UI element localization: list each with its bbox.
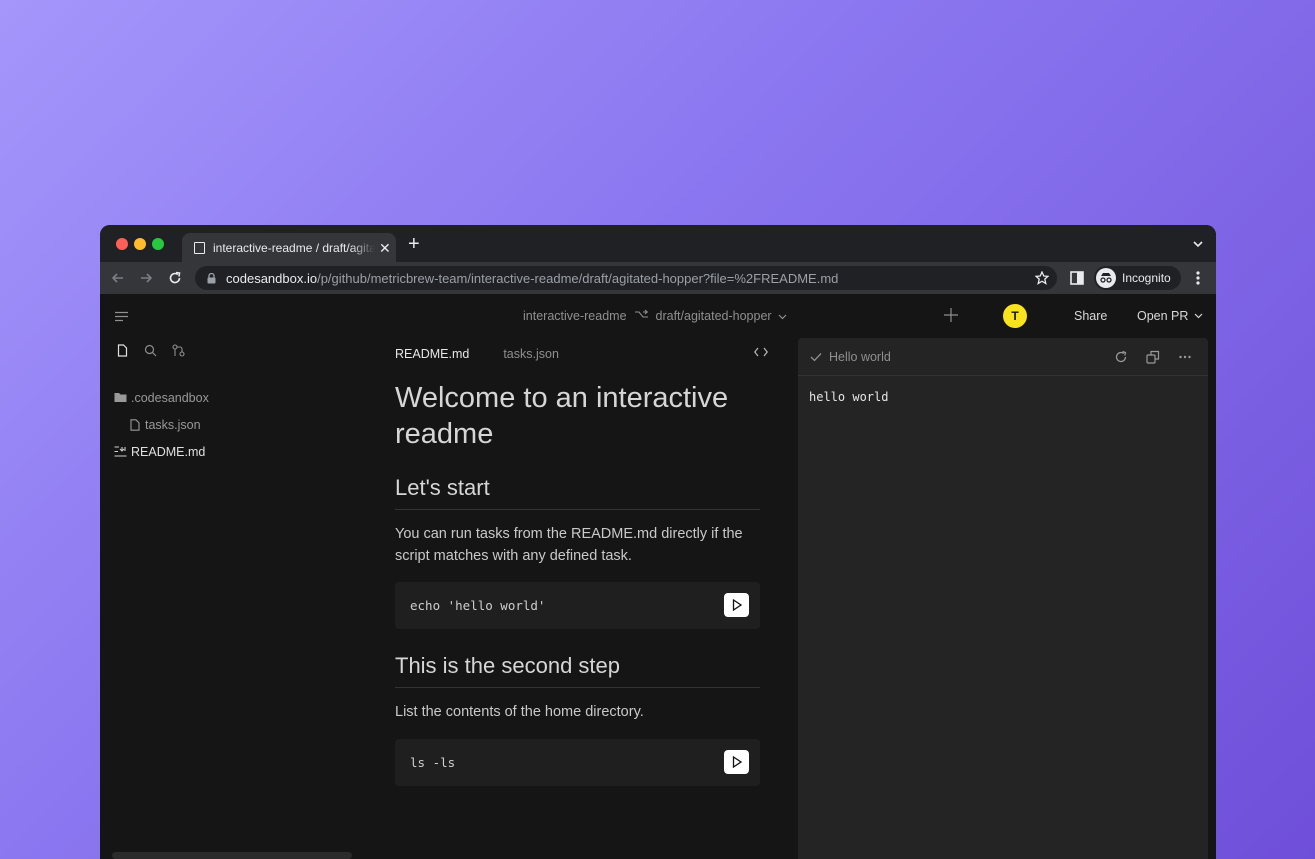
add-icon[interactable] — [943, 307, 959, 328]
title-bar: interactive-readme / draft/agitated-hopp… — [100, 225, 1216, 262]
code-text: ls -ls — [410, 754, 456, 770]
code-view-toggle-icon[interactable] — [754, 344, 768, 362]
avatar[interactable]: T — [1003, 304, 1027, 328]
url-text: codesandbox.io/p/github/metricbrew-team/… — [226, 270, 839, 286]
browser-toolbar: codesandbox.io/p/github/metricbrew-team/… — [100, 262, 1216, 294]
profile-label: Incognito — [1122, 271, 1171, 285]
run-task-button[interactable] — [724, 749, 749, 774]
code-block: echo 'hello world' — [395, 582, 760, 629]
incognito-icon — [1096, 268, 1116, 288]
browser-window: interactive-readme / draft/agitated-hopp… — [100, 225, 1216, 859]
editor-tabs: README.md tasks.json — [395, 347, 559, 361]
tree-item-tasks-json[interactable]: tasks.json — [100, 411, 360, 438]
page-icon — [194, 241, 205, 254]
check-icon — [810, 352, 822, 361]
open-pr-button[interactable]: Open PR — [1137, 309, 1203, 323]
section-heading: This is the second step — [395, 651, 760, 688]
tab-search-chevron-icon[interactable] — [1192, 237, 1204, 255]
tree-item-label: README.md — [131, 444, 206, 459]
sidebar-tools — [116, 344, 185, 362]
bookmark-star-icon[interactable] — [1034, 270, 1050, 290]
tree-item-codesandbox-folder[interactable]: .codesandbox — [100, 384, 360, 411]
folder-icon — [114, 393, 127, 402]
readme-preview: Welcome to an interactive readme Let's s… — [395, 380, 760, 786]
tab-title: interactive-readme / draft/agitated-hopp… — [213, 240, 375, 255]
codesandbox-app: interactive-readme draft/agitated-hopper… — [100, 294, 1216, 859]
side-panel-icon[interactable] — [1070, 271, 1084, 290]
minimize-window-button[interactable] — [134, 238, 146, 250]
terminal-output: hello world — [809, 390, 889, 404]
close-window-button[interactable] — [116, 238, 128, 250]
tree-item-label: .codesandbox — [131, 390, 209, 405]
open-pr-label: Open PR — [1137, 309, 1189, 323]
chevron-down-icon — [778, 309, 787, 323]
chevron-down-icon — [1194, 313, 1203, 319]
terminal-header: Hello world — [798, 338, 1208, 376]
play-icon — [732, 755, 742, 768]
file-tree: .codesandbox tasks.json README.md — [100, 384, 360, 465]
tab-tasks-json[interactable]: tasks.json — [503, 347, 559, 361]
git-icon[interactable] — [172, 344, 185, 362]
section-text: List the contents of the home directory. — [395, 704, 644, 720]
file-explorer-icon[interactable] — [116, 344, 129, 362]
play-icon — [732, 599, 742, 611]
terminal-title: Hello world — [829, 349, 891, 364]
markdown-editor: README.md tasks.json Welcome to an inter… — [395, 294, 768, 859]
section-heading: Let's start — [395, 473, 760, 510]
maximize-window-button[interactable] — [152, 238, 164, 250]
tab-readme[interactable]: README.md — [395, 347, 469, 361]
browser-menu-icon[interactable] — [1195, 270, 1201, 291]
back-icon[interactable] — [110, 270, 126, 291]
code-text: echo 'hello world' — [410, 598, 546, 613]
reload-icon[interactable] — [167, 270, 183, 291]
tree-item-readme[interactable]: README.md — [100, 438, 360, 465]
lock-icon — [207, 272, 216, 283]
file-icon — [130, 418, 140, 431]
run-task-button[interactable] — [724, 593, 749, 617]
restart-icon[interactable] — [1114, 350, 1128, 367]
search-icon[interactable] — [144, 344, 157, 362]
new-tab-button[interactable]: + — [408, 234, 420, 254]
markdown-icon — [114, 446, 127, 457]
close-tab-icon[interactable]: ✕ — [379, 241, 391, 255]
browser-tab[interactable]: interactive-readme / draft/agitated-hopp… — [182, 233, 396, 262]
menu-icon[interactable] — [115, 309, 128, 327]
task-terminal-panel: Hello world hello world — [798, 338, 1208, 859]
forward-icon[interactable] — [138, 270, 154, 291]
terminal-actions — [1114, 350, 1192, 367]
share-button[interactable]: Share — [1074, 309, 1107, 323]
incognito-profile-button[interactable]: Incognito — [1094, 266, 1181, 290]
code-block: ls -ls — [395, 738, 760, 786]
page-title: Welcome to an interactive readme — [395, 382, 729, 450]
sidebar-scrollbar[interactable] — [112, 852, 352, 859]
open-in-new-window-icon[interactable] — [1146, 350, 1160, 367]
section-text: You can run tasks from the README.md dir… — [395, 526, 743, 564]
address-bar[interactable]: codesandbox.io/p/github/metricbrew-team/… — [195, 266, 1057, 290]
more-options-icon[interactable] — [1178, 350, 1192, 367]
tree-item-label: tasks.json — [145, 417, 201, 432]
